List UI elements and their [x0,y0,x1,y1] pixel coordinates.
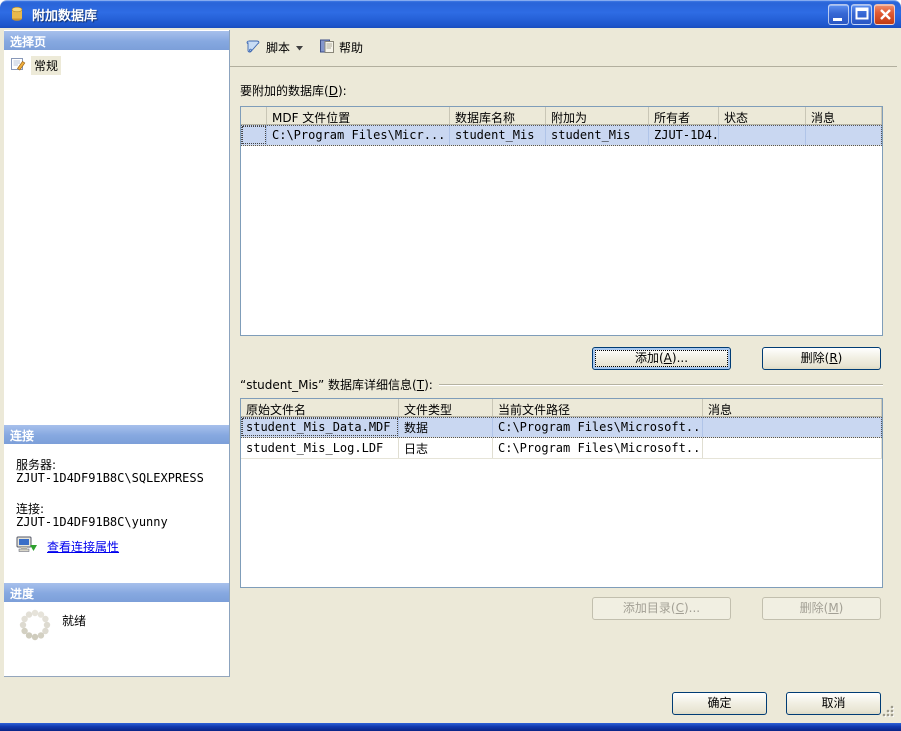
sidebar-item-general[interactable]: 常规 [10,56,61,75]
toolbar: 脚本 帮助 [230,28,897,67]
script-icon [244,38,262,57]
grid1-col-attach-as[interactable]: 附加为 [546,107,649,124]
attach-database-dialog: 附加数据库 选择页 [0,0,901,731]
connection-value: ZJUT-1D4DF91B8C\yunny [16,515,168,529]
database-details-row: “student_Mis” 数据库详细信息(T): [240,376,883,393]
sidebar-item-label: 常规 [31,56,61,75]
details-divider [439,384,883,386]
database-name-cell[interactable]: student_Mis [450,125,546,145]
script-button-label: 脚本 [266,39,290,56]
add-catalog-button: 添加目录(C)... [592,597,731,620]
message-cell [703,417,882,437]
row-selector-cell[interactable] [241,125,267,145]
grid1-col-status[interactable]: 状态 [719,107,806,124]
window-controls [828,4,895,25]
file-type-cell: 数据 [399,417,493,437]
grid1-header-row: MDF 文件位置 数据库名称 附加为 所有者 状态 消息 [241,107,882,125]
titlebar[interactable]: 附加数据库 [0,0,901,28]
attach-databases-grid[interactable]: MDF 文件位置 数据库名称 附加为 所有者 状态 消息 C:\Program … [240,106,883,336]
current-path-cell[interactable]: C:\Program Files\Microsoft... ... [493,417,703,437]
grid1-col-database-name[interactable]: 数据库名称 [450,107,546,124]
file-type-cell: 日志 [399,438,493,458]
grid1-row-selector-header [241,107,267,124]
message-cell [703,438,882,458]
attach-as-cell[interactable]: student_Mis [546,125,649,145]
database-details-label: “student_Mis” 数据库详细信息(T): [240,376,433,393]
pages-section-header: 选择页 [4,31,229,50]
current-path-value: C:\Program Files\Microsoft... [498,441,703,455]
remove-catalog-button: 删除(M) [762,597,881,620]
grid1-col-owner[interactable]: 所有者 [649,107,719,124]
attach-databases-label: 要附加的数据库(D): [240,82,347,99]
server-value: ZJUT-1D4DF91B8C\SQLEXPRESS [16,471,204,485]
original-filename-cell[interactable]: student_Mis_Data.MDF [241,417,399,437]
grid1-col-message[interactable]: 消息 [806,107,882,124]
ok-button[interactable]: 确定 [672,692,767,715]
sidebar: 选择页 常规 连接 服务器: ZJUT-1D4DF91B8C\SQLEXPRES… [4,30,230,677]
owner-cell[interactable]: ZJUT-1D4... [649,125,719,145]
grid2-col-current-path[interactable]: 当前文件路径 [493,399,703,416]
window-title: 附加数据库 [32,5,828,24]
grid1-col-mdf-location[interactable]: MDF 文件位置 [267,107,450,124]
maximize-button[interactable] [851,4,872,25]
message-cell [806,125,882,145]
chevron-down-icon [296,40,303,54]
current-path-cell[interactable]: C:\Program Files\Microsoft... ... [493,438,703,458]
progress-section-title: 进度 [10,587,34,601]
grid2-col-original-filename[interactable]: 原始文件名 [241,399,399,416]
add-button[interactable]: 添加(A)... [592,347,731,370]
mdf-location-cell[interactable]: C:\Program Files\Micr... ... [267,125,450,145]
progress-spinner-icon [18,608,52,645]
table-row[interactable]: C:\Program Files\Micr... ... student_Mis… [241,125,882,146]
connection-section-title: 连接 [10,429,34,443]
remove-button[interactable]: 删除(R) [762,347,881,370]
table-row[interactable]: student_Mis_Data.MDF 数据 C:\Program Files… [241,417,882,438]
status-cell [719,125,806,145]
progress-section-header: 进度 [4,583,229,602]
window-bottom-border [0,723,901,731]
original-filename-cell[interactable]: student_Mis_Log.LDF [241,438,399,458]
help-icon [319,38,335,57]
minimize-button[interactable] [828,4,849,25]
resize-grip[interactable] [881,704,895,721]
view-connection-properties-link[interactable]: 查看连接属性 [47,538,119,555]
grid2-col-file-type[interactable]: 文件类型 [399,399,493,416]
progress-status: 就绪 [62,612,86,629]
pages-section-title: 选择页 [10,35,46,49]
general-page-icon [10,56,26,75]
help-button-label: 帮助 [339,39,363,56]
grid2-header-row: 原始文件名 文件类型 当前文件路径 消息 [241,399,882,417]
grid2-col-message[interactable]: 消息 [703,399,882,416]
script-button[interactable]: 脚本 [238,34,309,61]
connection-properties-icon [16,536,38,557]
view-connection-row: 查看连接属性 [16,536,119,557]
database-icon [8,5,26,23]
table-row[interactable]: student_Mis_Log.LDF 日志 C:\Program Files\… [241,438,882,459]
database-details-grid[interactable]: 原始文件名 文件类型 当前文件路径 消息 student_Mis_Data.MD… [240,398,883,588]
current-path-value: C:\Program Files\Microsoft... [498,420,703,434]
mdf-location-value: C:\Program Files\Micr... [272,128,445,142]
cancel-button[interactable]: 取消 [786,692,881,715]
connection-section-header: 连接 [4,425,229,444]
close-icon[interactable] [874,4,895,25]
help-button[interactable]: 帮助 [313,34,369,61]
